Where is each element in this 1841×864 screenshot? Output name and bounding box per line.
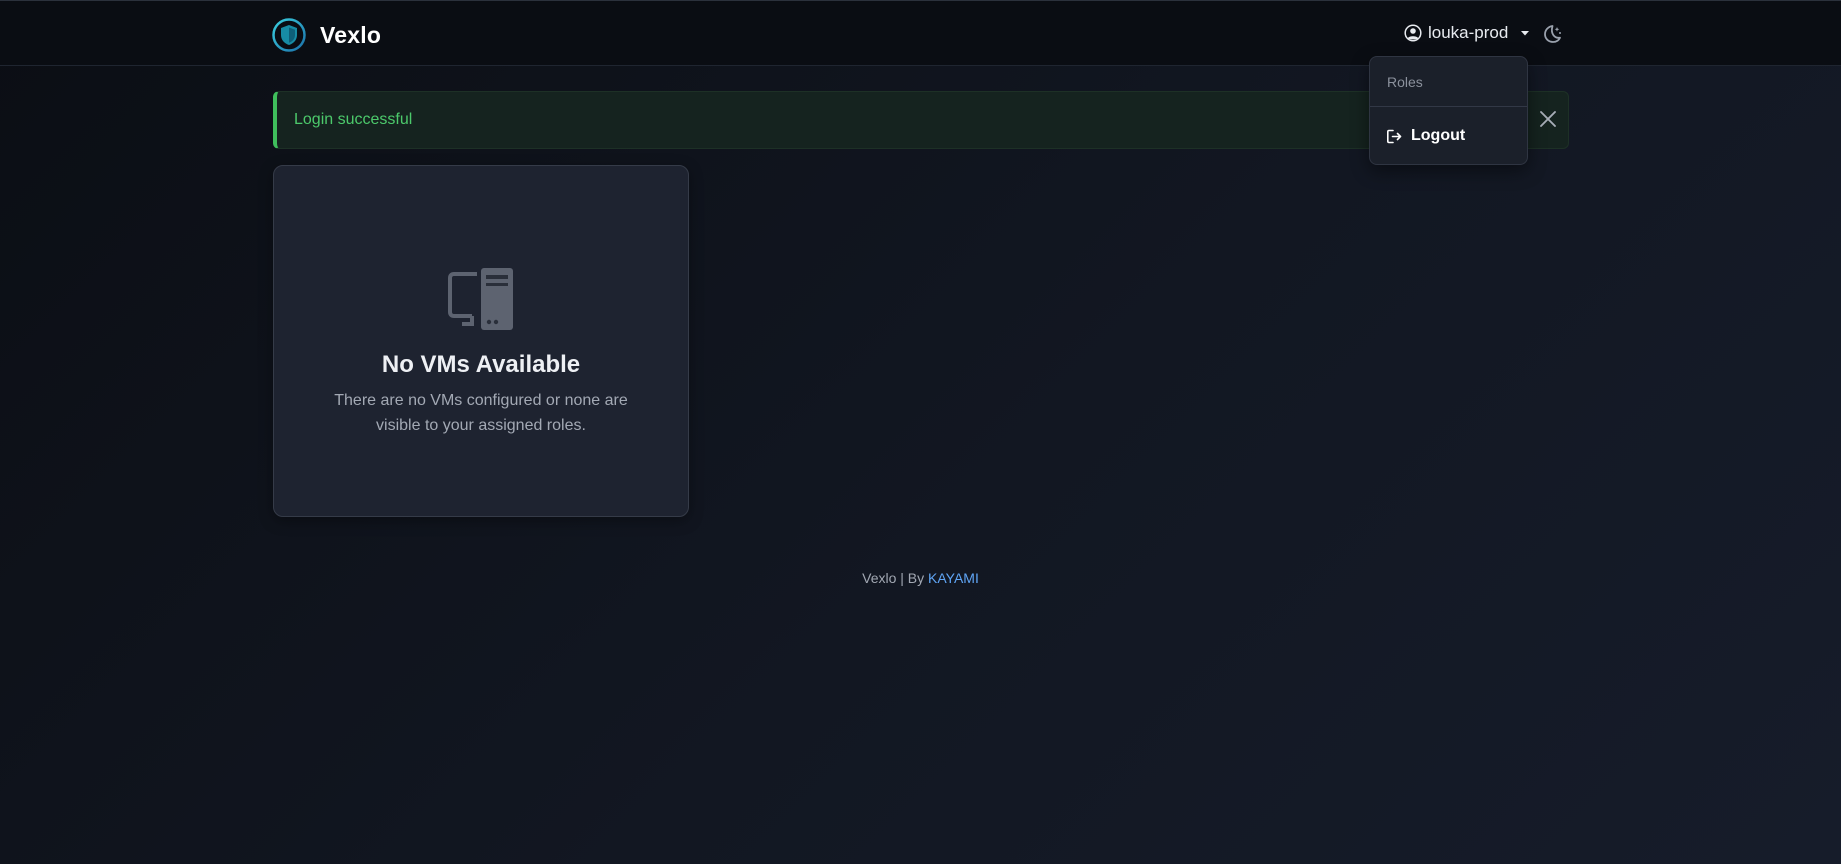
dropdown-divider: [1370, 106, 1527, 107]
logout-label: Logout: [1411, 127, 1466, 144]
footer-text: Vexlo | By: [862, 570, 929, 586]
user-circle-icon: [1404, 24, 1422, 42]
brand-link[interactable]: Vexlo: [272, 18, 381, 52]
footer: Vexlo | By KAYAMI: [0, 570, 1841, 586]
user-menu-toggle[interactable]: louka-prod: [1404, 23, 1530, 43]
caret-down-icon: [1514, 28, 1530, 38]
computer-tower-icon: [448, 266, 516, 332]
empty-vms-card: No VMs Available There are no VMs config…: [273, 165, 689, 517]
footer-kayami-link[interactable]: KAYAMI: [928, 570, 979, 586]
top-navbar: Vexlo louka-prod: [0, 0, 1841, 66]
dropdown-header-roles: Roles: [1387, 74, 1423, 90]
theme-toggle-button[interactable]: [1541, 23, 1563, 45]
user-dropdown-menu: Roles Logout: [1369, 56, 1528, 165]
close-icon: [1538, 109, 1558, 129]
shield-logo-icon: [272, 18, 306, 52]
username-label: louka-prod: [1428, 23, 1509, 42]
logout-icon: [1386, 128, 1403, 145]
moon-stars-icon: [1541, 23, 1563, 45]
logout-menu-item[interactable]: Logout: [1386, 127, 1465, 145]
empty-state-description: There are no VMs configured or none are …: [334, 392, 628, 434]
alert-close-button[interactable]: [1538, 109, 1558, 129]
brand-name: Vexlo: [320, 21, 382, 48]
alert-message: Login successful: [294, 111, 413, 128]
empty-state-title: No VMs Available: [381, 351, 581, 378]
